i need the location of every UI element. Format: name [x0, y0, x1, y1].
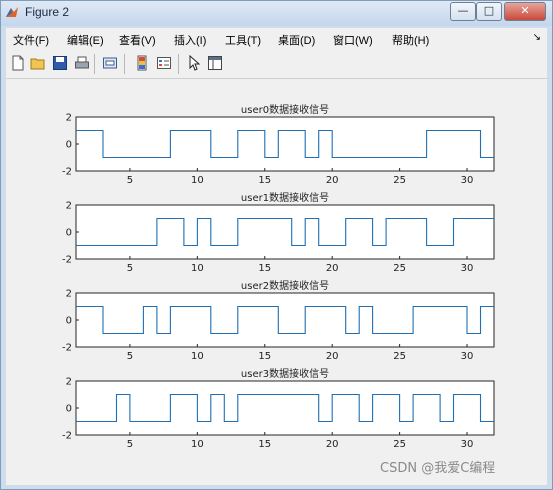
- menu-help[interactable]: 帮助(H): [392, 32, 429, 48]
- x-tick-label-3-1: 10: [191, 439, 204, 450]
- toolbar-separator: [94, 54, 95, 74]
- x-tick-label-2-5: 30: [461, 351, 474, 362]
- watermark: CSDN @我爱C编程: [380, 461, 496, 476]
- x-tick-label-0-5: 30: [461, 175, 474, 186]
- x-tick-label-2-1: 10: [191, 351, 204, 362]
- x-tick-label-0-1: 10: [191, 175, 204, 186]
- x-tick-label-1-2: 15: [258, 263, 271, 274]
- y-tick-label-0-0: 2: [66, 113, 72, 124]
- menu-desktop[interactable]: 桌面(D): [278, 32, 315, 48]
- y-tick-label-0-2: -2: [62, 167, 72, 178]
- x-tick-label-2-4: 25: [393, 351, 406, 362]
- y-tick-label-1-1: 0: [66, 228, 72, 239]
- x-tick-label-0-4: 25: [393, 175, 406, 186]
- x-tick-label-3-4: 25: [393, 439, 406, 450]
- menu-overflow-icon[interactable]: ↘: [533, 32, 541, 43]
- toolbar-separator: [178, 54, 179, 74]
- axes-box-2: [75, 292, 495, 348]
- x-tick-label-0-0: 5: [127, 175, 133, 186]
- menu-insert[interactable]: 插入(I): [174, 32, 206, 48]
- y-tick-label-3-2: -2: [62, 431, 72, 442]
- minimize-button[interactable]: —: [450, 2, 476, 21]
- x-tick-label-1-3: 20: [326, 263, 339, 274]
- subplot-title-2: user2数据接收信号: [241, 279, 329, 292]
- close-button[interactable]: ✕: [504, 2, 546, 21]
- menu-view[interactable]: 查看(V): [119, 32, 156, 48]
- x-tick-label-2-3: 20: [326, 351, 339, 362]
- x-tick-label-1-4: 25: [393, 263, 406, 274]
- axes-box-0: [75, 116, 495, 172]
- x-tick-label-1-1: 10: [191, 263, 204, 274]
- figure-window: Figure 2 — □ ✕ 文件(F) 编辑(E) 查看(V) 插入(I) 工…: [0, 0, 553, 490]
- colorbar-icon[interactable]: [134, 55, 150, 71]
- print-preview-icon[interactable]: [102, 55, 118, 71]
- x-tick-label-1-5: 30: [461, 263, 474, 274]
- menu-edit[interactable]: 编辑(E): [67, 32, 104, 48]
- y-tick-label-3-1: 0: [66, 404, 72, 415]
- x-tick-label-0-3: 20: [326, 175, 339, 186]
- x-tick-label-2-0: 5: [127, 351, 133, 362]
- subplots-canvas: user0数据接收信号5 10 15 20 25 3020-2user1数据接收信号5 10…: [62, 103, 495, 450]
- subplot-title-3: user3数据接收信号: [241, 367, 329, 380]
- property-editor-icon[interactable]: [207, 55, 223, 71]
- x-tick-label-3-5: 30: [461, 439, 474, 450]
- x-tick-label-0-2: 15: [258, 175, 271, 186]
- toolbar-separator: [124, 54, 125, 74]
- legend-icon[interactable]: [156, 55, 172, 71]
- window-title: Figure 2: [25, 5, 70, 19]
- maximize-button[interactable]: □: [476, 2, 502, 21]
- y-tick-label-2-1: 0: [66, 316, 72, 327]
- y-tick-label-0-1: 0: [66, 140, 72, 151]
- toolbar: [6, 50, 547, 79]
- x-tick-label-3-0: 5: [127, 439, 133, 450]
- x-tick-label-2-2: 15: [258, 351, 271, 362]
- figure-canvas: user0数据接收信号 5 10 15 20 25 30 2 0 -2 user1数据接收信号 5 10…: [6, 79, 547, 485]
- subplot-title-1: user1数据接收信号: [241, 191, 329, 204]
- menu-bar: 文件(F) 编辑(E) 查看(V) 插入(I) 工具(T) 桌面(D) 窗口(W…: [6, 28, 547, 50]
- menu-file[interactable]: 文件(F): [13, 32, 49, 48]
- save-icon[interactable]: [52, 55, 68, 71]
- x-tick-label-1-0: 5: [127, 263, 133, 274]
- matlab-logo-icon: [6, 7, 18, 17]
- axes-box-1: [75, 204, 495, 260]
- menu-window[interactable]: 窗口(W): [333, 32, 373, 48]
- pointer-icon[interactable]: [186, 55, 202, 71]
- y-tick-label-3-0: 2: [66, 377, 72, 388]
- open-file-icon[interactable]: [30, 55, 46, 71]
- y-tick-label-1-2: -2: [62, 255, 72, 266]
- title-bar[interactable]: Figure 2 — □ ✕: [1, 1, 552, 26]
- x-tick-label-3-2: 15: [258, 439, 271, 450]
- subplot-title-0: user0数据接收信号: [241, 103, 329, 116]
- axes-box-3: [75, 380, 495, 436]
- y-tick-label-2-2: -2: [62, 343, 72, 354]
- y-tick-label-1-0: 2: [66, 201, 72, 212]
- x-tick-label-3-3: 20: [326, 439, 339, 450]
- y-tick-label-2-0: 2: [66, 289, 72, 300]
- menu-tools[interactable]: 工具(T): [225, 32, 261, 48]
- print-icon[interactable]: [74, 55, 90, 71]
- new-figure-icon[interactable]: [10, 55, 26, 71]
